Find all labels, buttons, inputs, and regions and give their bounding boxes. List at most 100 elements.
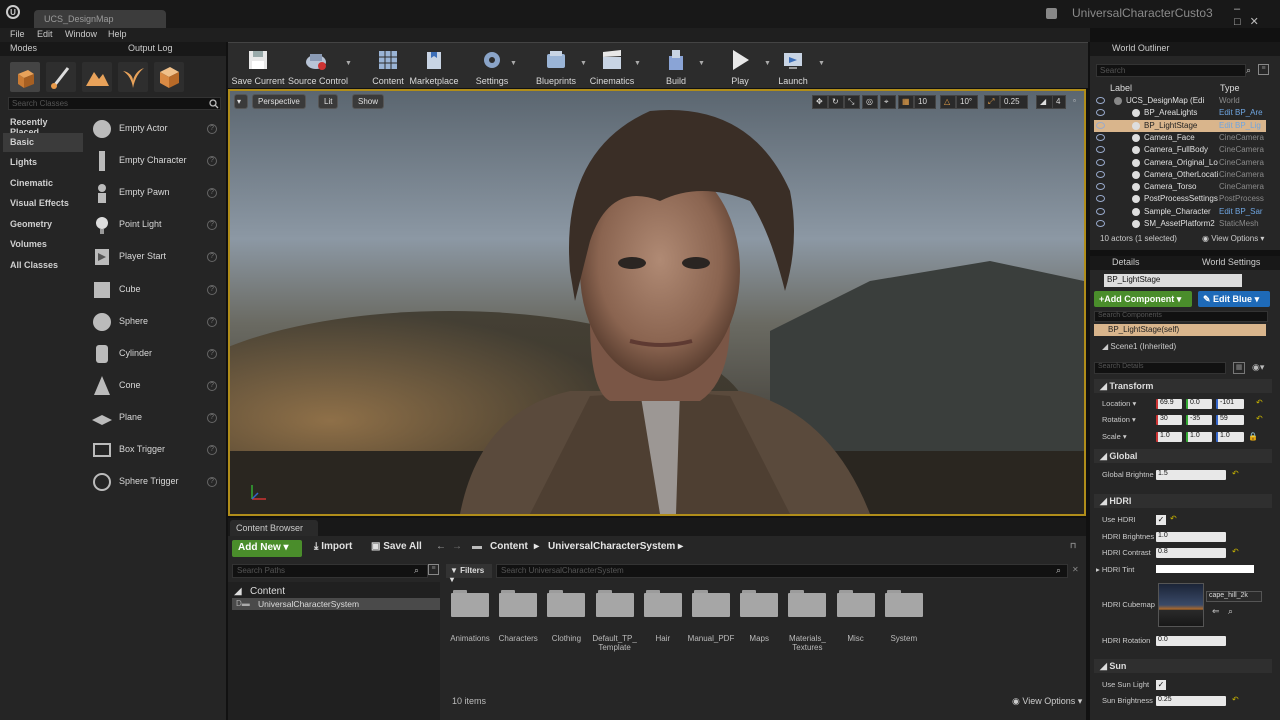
tree-item-content[interactable]: Content <box>250 586 285 597</box>
outliner-row[interactable]: Camera_Original_Lo CineCamera <box>1094 157 1266 169</box>
save-current-button[interactable]: Save Current <box>230 46 286 88</box>
rotate-tool-icon[interactable]: ↻ <box>828 95 844 109</box>
folder-label[interactable]: Animations <box>443 634 497 643</box>
category-lights[interactable]: Lights <box>3 153 83 172</box>
location-label[interactable]: Location ▾ <box>1102 399 1136 408</box>
search-details-input[interactable]: Search Details <box>1094 362 1226 374</box>
maximize-viewport-icon[interactable]: ▫ <box>1070 95 1082 109</box>
landscape-mode-icon[interactable] <box>82 62 112 92</box>
outliner-row[interactable]: SM_AssetPlatform2 StaticMesh <box>1094 218 1266 230</box>
menu-help[interactable]: Help <box>108 29 127 39</box>
use-selected-asset-icon[interactable]: ⇐ <box>1212 606 1220 617</box>
folder-label[interactable]: Misc <box>829 634 883 643</box>
folder-tile[interactable] <box>836 590 875 618</box>
outliner-row[interactable]: Camera_Torso CineCamera <box>1094 181 1266 193</box>
use-sun-light-checkbox[interactable]: ✓ <box>1156 680 1166 690</box>
tab-world-settings[interactable]: World Settings <box>1202 257 1260 267</box>
class-item-plane[interactable]: Plane? <box>86 403 224 433</box>
hdri-rotation-field[interactable]: 0.0 <box>1156 636 1226 646</box>
rotation-x-field[interactable]: 30 <box>1156 415 1182 425</box>
outliner-search-input[interactable]: Search <box>1096 64 1246 77</box>
window-controls[interactable]: –□✕ <box>1234 3 1280 28</box>
rotation-snap-icon[interactable]: △ <box>940 95 956 109</box>
viewport-options-button[interactable]: ▾ <box>234 94 248 109</box>
reset-location-icon[interactable]: ↶ <box>1256 398 1263 407</box>
launch-dropdown-icon[interactable]: ▼ <box>818 60 825 67</box>
class-item-empty-actor[interactable]: Empty Actor? <box>86 114 224 144</box>
search-paths-input[interactable]: Search Paths <box>232 564 428 578</box>
breadcrumb-content[interactable]: Content <box>490 541 528 552</box>
location-y-field[interactable]: 0.0 <box>1186 399 1212 409</box>
surface-snap-icon[interactable]: ⌖ <box>880 95 896 109</box>
search-content-input[interactable]: Search UniversalCharacterSystem <box>496 564 1068 578</box>
reset-hdri-contrast-icon[interactable]: ↶ <box>1232 547 1239 556</box>
component-scene-row[interactable]: ◢ Scene1 (Inherited) <box>1102 342 1176 351</box>
outliner-row[interactable]: Camera_Face CineCamera <box>1094 132 1266 144</box>
build-dropdown-icon[interactable]: ▼ <box>698 60 705 67</box>
outliner-row[interactable]: UCS_DesignMap (Editor) World <box>1094 95 1266 107</box>
folder-tile[interactable] <box>547 590 586 618</box>
folder-label[interactable]: Default_TP_ Template <box>588 634 642 652</box>
column-type[interactable]: Type <box>1220 83 1240 93</box>
folder-tile[interactable] <box>884 590 923 618</box>
paint-mode-icon[interactable] <box>46 62 76 92</box>
place-mode-icon[interactable] <box>10 62 40 92</box>
settings-dropdown-icon[interactable]: ▼ <box>510 60 517 67</box>
scale-label[interactable]: Scale ▾ <box>1102 432 1127 441</box>
build-button[interactable]: Build <box>648 46 704 88</box>
lit-button[interactable]: Lit <box>318 94 339 109</box>
marketplace-button[interactable]: Marketplace <box>406 46 462 88</box>
visibility-eye-icon[interactable] <box>1096 183 1105 191</box>
outliner-row-type[interactable]: Edit BP_Sar <box>1219 207 1267 216</box>
visibility-eye-icon[interactable] <box>1096 133 1105 141</box>
rotation-y-field[interactable]: -35 <box>1186 415 1212 425</box>
scale-tool-icon[interactable]: ⤡ <box>844 95 860 109</box>
menu-file[interactable]: File <box>10 29 25 39</box>
visibility-eye-icon[interactable] <box>1096 170 1105 178</box>
visibility-eye-icon[interactable] <box>1096 158 1105 166</box>
help-icon[interactable]: ? <box>207 220 217 231</box>
outliner-row[interactable]: Sample_Character Edit BP_Sar <box>1094 206 1266 218</box>
folder-tile[interactable] <box>740 590 779 618</box>
folder-label[interactable]: Materials_ Textures <box>780 634 834 652</box>
category-cinematic[interactable]: Cinematic <box>3 174 83 193</box>
tab-details[interactable]: Details <box>1112 257 1140 267</box>
visibility-eye-icon[interactable] <box>1096 195 1105 203</box>
clear-search-icon[interactable]: ✕ <box>1072 565 1079 574</box>
filters-button[interactable]: ▼ Filters ▾ <box>446 564 492 584</box>
class-item-sphere-trigger[interactable]: Sphere Trigger? <box>86 467 224 497</box>
scale-snap-value[interactable]: 0.25 <box>1000 95 1028 109</box>
geometry-mode-icon[interactable] <box>154 62 184 92</box>
folder-tile[interactable] <box>643 590 682 618</box>
search-classes-input[interactable]: Search Classes <box>8 97 221 110</box>
reset-global-brightness-icon[interactable]: ↶ <box>1232 469 1239 478</box>
visibility-eye-icon[interactable] <box>1096 146 1105 154</box>
outliner-row-type[interactable]: Edit BP_Lig <box>1219 121 1267 130</box>
blueprints-button[interactable]: Blueprints <box>528 46 584 88</box>
camera-speed-value[interactable]: 4 <box>1052 95 1066 109</box>
class-item-empty-pawn[interactable]: Empty Pawn? <box>86 178 224 208</box>
category-all-classes[interactable]: All Classes <box>3 256 83 275</box>
outliner-row[interactable]: PostProcessSettings PostProcess <box>1094 193 1266 205</box>
location-x-field[interactable]: 69.9 <box>1156 399 1182 409</box>
section-global[interactable]: ◢ Global <box>1094 449 1272 463</box>
back-arrow-icon[interactable]: ← <box>436 541 446 552</box>
rotation-label[interactable]: Rotation ▾ <box>1102 415 1136 424</box>
outliner-row[interactable]: BP_LightStage Edit BP_Lig <box>1094 119 1267 132</box>
add-component-button[interactable]: +Add Component ▾ <box>1094 291 1192 307</box>
lock-icon[interactable]: ⊓ <box>1070 541 1076 550</box>
tab-output-log[interactable]: Output Log <box>128 43 173 53</box>
content-view-options-button[interactable]: ◉ View Options ▾ <box>1012 696 1082 707</box>
category-visual-effects[interactable]: Visual Effects <box>3 194 83 213</box>
scale-x-field[interactable]: 1.0 <box>1156 432 1182 442</box>
folder-tile[interactable] <box>788 590 827 618</box>
menu-window[interactable]: Window <box>65 29 97 39</box>
play-button[interactable]: Play <box>712 46 768 88</box>
menu-edit[interactable]: Edit <box>37 29 53 39</box>
outliner-row[interactable]: BP_AreaLights Edit BP_Are <box>1094 107 1266 119</box>
section-transform[interactable]: ◢ Transform <box>1094 379 1272 393</box>
document-tab[interactable]: UCS_DesignMap <box>34 10 166 28</box>
sun-brightness-field[interactable]: 0.25 <box>1156 696 1226 706</box>
cinematics-button[interactable]: Cinematics <box>584 46 640 88</box>
browse-asset-icon[interactable]: ⌕ <box>1228 606 1233 617</box>
